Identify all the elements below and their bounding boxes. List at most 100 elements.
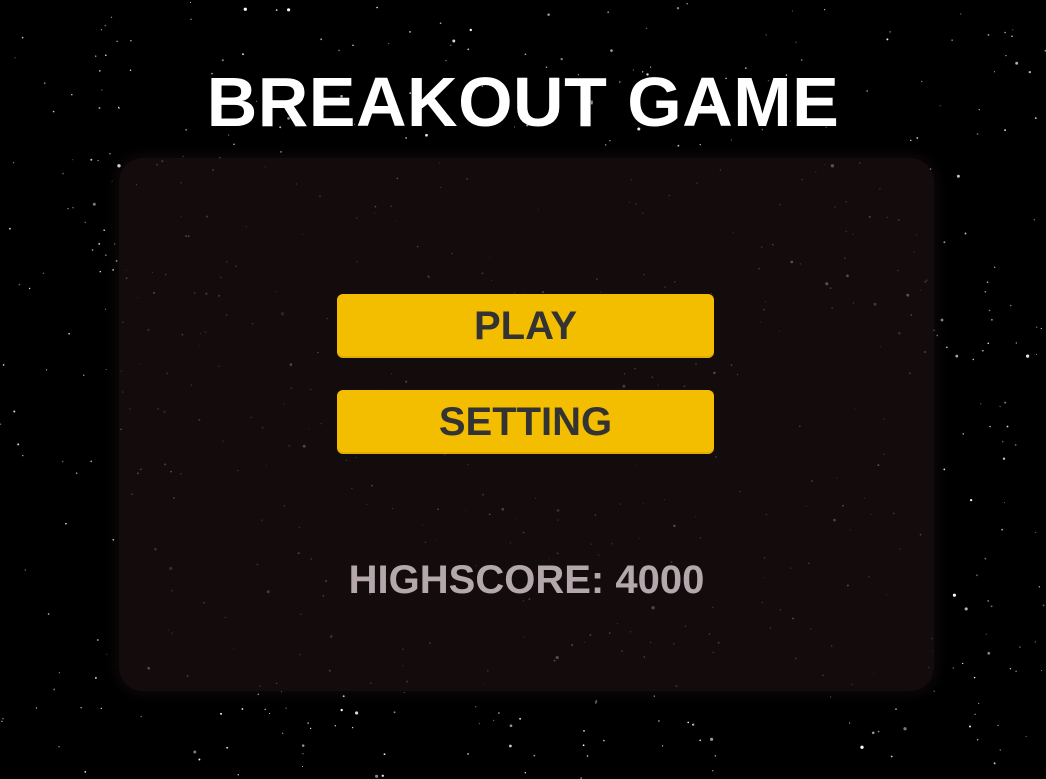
star [381, 774, 384, 777]
star [791, 10, 793, 12]
star [105, 368, 107, 370]
star [547, 13, 550, 16]
star [952, 667, 955, 669]
star [65, 522, 67, 525]
star [987, 599, 990, 602]
star [106, 653, 108, 655]
star [945, 346, 948, 349]
star [994, 266, 996, 268]
star [83, 374, 85, 376]
star [104, 254, 107, 257]
star [376, 6, 378, 9]
setting-button[interactable]: SETTING [337, 390, 714, 454]
star [987, 33, 990, 36]
star [275, 9, 278, 11]
star [268, 713, 271, 715]
star [765, 34, 767, 36]
star [604, 144, 607, 146]
star [17, 443, 20, 446]
star [301, 765, 304, 768]
star [978, 702, 980, 704]
star [969, 498, 973, 502]
star [1040, 670, 1043, 672]
star [342, 695, 345, 698]
star [890, 755, 893, 758]
star [116, 40, 118, 43]
highscore-label: HIGHSCORE: 4000 [348, 558, 705, 602]
star [933, 690, 935, 692]
star [795, 41, 797, 43]
star [712, 770, 714, 772]
star [943, 468, 946, 471]
star [307, 722, 309, 724]
star [18, 283, 21, 286]
star [1015, 342, 1017, 344]
star [130, 40, 132, 42]
star [1010, 304, 1012, 307]
star [936, 334, 938, 337]
main-menu-panel: PLAY SETTING HIGHSCORE: 4000 [119, 158, 934, 691]
star [301, 744, 305, 747]
star [492, 719, 495, 722]
star [676, 7, 680, 10]
star [338, 49, 340, 52]
star [986, 281, 989, 283]
star [309, 727, 312, 730]
star [999, 749, 1001, 751]
star [975, 574, 978, 577]
star [104, 24, 107, 27]
star [964, 232, 967, 235]
star [112, 538, 115, 541]
star [586, 755, 589, 757]
star [686, 3, 688, 5]
star [645, 27, 648, 30]
star [999, 405, 1001, 408]
game-screen: BREAKOUT GAME PLAY SETTING HIGHSCORE: 40… [0, 0, 1046, 779]
star [1004, 31, 1006, 34]
star [115, 259, 118, 262]
star [72, 207, 74, 209]
star [877, 730, 880, 733]
star [90, 158, 93, 161]
star [14, 57, 16, 59]
star [972, 358, 975, 361]
star [84, 221, 87, 224]
star [860, 745, 864, 749]
play-button[interactable]: PLAY [337, 294, 714, 358]
star [988, 309, 991, 312]
star [28, 287, 31, 290]
star [889, 31, 891, 33]
star [1040, 327, 1042, 330]
game-title: BREAKOUT GAME [206, 63, 840, 141]
star [582, 744, 585, 747]
star [657, 720, 660, 722]
star [355, 711, 359, 715]
star [221, 59, 224, 62]
star [498, 712, 500, 714]
star [0, 423, 2, 426]
star [969, 725, 971, 728]
star [103, 229, 106, 232]
star [393, 711, 396, 714]
star [524, 772, 527, 774]
star [982, 350, 984, 352]
star [285, 707, 287, 709]
star [951, 39, 953, 41]
star [962, 433, 964, 435]
star [699, 739, 702, 742]
star [603, 739, 605, 742]
star [198, 758, 201, 761]
star [117, 164, 121, 168]
star [320, 38, 323, 41]
star [1033, 218, 1036, 221]
star [829, 696, 832, 698]
star [973, 676, 976, 679]
star [96, 639, 99, 641]
star [478, 722, 481, 725]
star [233, 143, 235, 146]
star [95, 55, 97, 57]
star [987, 342, 990, 345]
star [94, 676, 97, 679]
star [1038, 586, 1041, 588]
star [80, 707, 82, 709]
